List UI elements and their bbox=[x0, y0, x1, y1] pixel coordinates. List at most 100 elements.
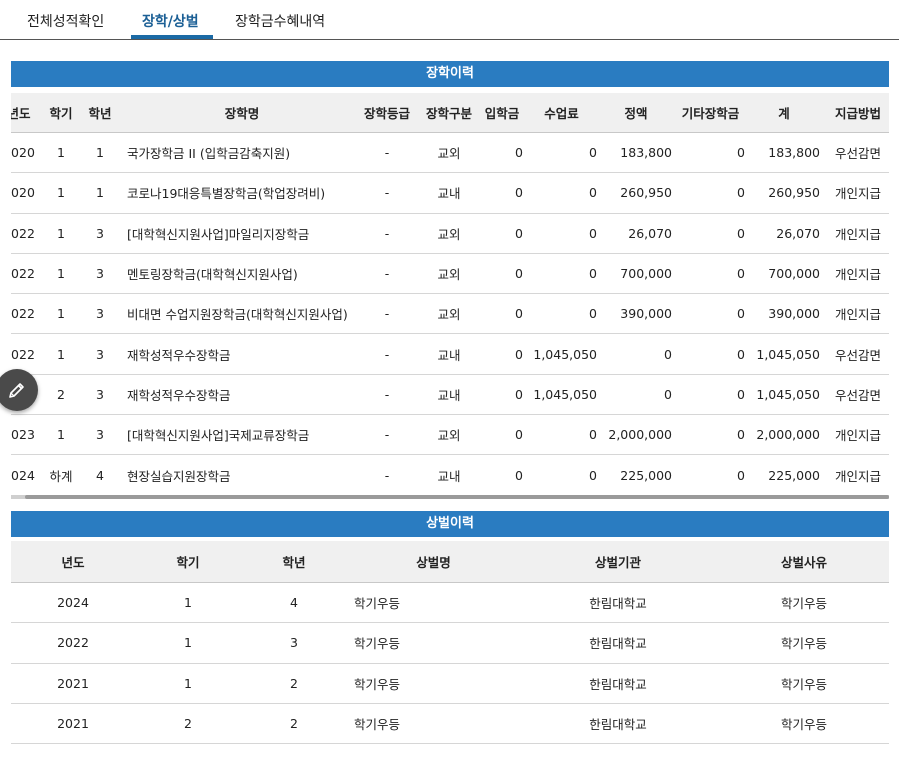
cell-year: 2024 bbox=[57, 595, 89, 611]
cell-grade: 3 bbox=[96, 386, 104, 402]
cell-name: 재학성적우수장학금 bbox=[127, 387, 231, 403]
cell-year: 2023 bbox=[11, 427, 35, 443]
cell-entrance-fee: 0 bbox=[515, 266, 523, 282]
cell-award-reason: 학기우등 bbox=[780, 596, 827, 612]
tab-all-grades[interactable]: 전체성적확인 bbox=[27, 11, 104, 31]
cell-total: 225,000 bbox=[768, 467, 820, 483]
cell-term: 1 bbox=[57, 225, 65, 241]
cell-entrance-fee: 0 bbox=[515, 346, 523, 362]
cell-fixed-amount: 0 bbox=[664, 346, 672, 362]
cell-entrance-fee: 0 bbox=[515, 225, 523, 241]
cell-year: 2022 bbox=[57, 635, 89, 651]
cell-level: - bbox=[384, 306, 390, 322]
cell-award-name: 학기우등 bbox=[354, 636, 401, 652]
cell-type: 교내 bbox=[437, 387, 461, 403]
cell-award-org: 한림대학교 bbox=[589, 636, 647, 652]
cell-award-name: 학기우등 bbox=[354, 717, 401, 733]
cell-award-name: 학기우등 bbox=[354, 676, 401, 692]
cell-name: 코로나19대응특별장학금(학업장려비) bbox=[127, 186, 326, 202]
cell-tuition: 0 bbox=[589, 306, 597, 322]
cell-entrance-fee: 0 bbox=[515, 467, 523, 483]
table-row: 2024 1 4 학기우등 한림대학교 학기우등 bbox=[11, 583, 889, 624]
cell-payment-method: 개인지급 bbox=[834, 307, 881, 323]
cell-grade: 1 bbox=[96, 145, 104, 161]
scholarship-table-scrollbar[interactable] bbox=[11, 495, 889, 499]
cell-term: 2 bbox=[57, 386, 65, 402]
cell-payment-method: 우선감면 bbox=[834, 146, 881, 162]
cell-level: - bbox=[384, 427, 390, 443]
col-header-tuition: 수업료 bbox=[544, 106, 579, 121]
col-header-term: 학기 bbox=[176, 555, 200, 570]
col-header-entrance-fee: 입학금 bbox=[484, 106, 520, 121]
table-row: 2020 1 1 코로나19대응특별장학금(학업장려비) - 교내 0 0 260,950 0 26… bbox=[11, 173, 889, 214]
table-row: 2021 2 2 학기우등 한림대학교 학기우등 bbox=[11, 704, 889, 745]
cell-payment-method: 개인지급 bbox=[834, 428, 881, 444]
cell-fixed-amount: 26,070 bbox=[628, 225, 672, 241]
cell-fixed-amount: 225,000 bbox=[620, 467, 672, 483]
table-row: 2022 1 3 재학성적우수장학금 - 교내 0 1,045,050 0 0 1,045,050 우… bbox=[11, 335, 889, 375]
cell-grade: 4 bbox=[96, 467, 104, 483]
col-header-payment-method: 지급방법 bbox=[834, 106, 881, 121]
table-row: 2020 1 1 국가장학금 II (입학금감축지원) - 교외 0 0 183,800 0 183… bbox=[11, 133, 889, 174]
cell-term: 1 bbox=[184, 635, 192, 651]
col-header-term: 학기 bbox=[49, 106, 73, 121]
col-header-total: 계 bbox=[778, 106, 790, 121]
cell-award-org: 한림대학교 bbox=[589, 717, 647, 733]
cell-other: 0 bbox=[737, 306, 745, 322]
cell-total: 260,950 bbox=[768, 185, 820, 201]
cell-level: - bbox=[384, 185, 390, 201]
cell-total: 1,045,050 bbox=[756, 346, 820, 362]
cell-type: 교외 bbox=[437, 307, 461, 323]
cell-grade: 3 bbox=[96, 306, 104, 322]
col-header-type: 장학구분 bbox=[425, 106, 472, 121]
scholarship-table[interactable]: 년도 학기 학년 장학명 장학등급 장학구분 입학금 수업료 정액 기타장학금 계 지급방법 2020 1… bbox=[11, 87, 889, 495]
cell-term: 1 bbox=[57, 427, 65, 443]
scrollbar-thumb[interactable] bbox=[25, 495, 889, 499]
cell-other: 0 bbox=[737, 386, 745, 402]
cell-tuition: 1,045,050 bbox=[533, 386, 597, 402]
cell-year: 2022 bbox=[11, 346, 35, 362]
cell-fixed-amount: 2,000,000 bbox=[608, 427, 672, 443]
cell-type: 교내 bbox=[437, 347, 461, 363]
cell-other: 0 bbox=[737, 145, 745, 161]
awards-section-title: 상벌이력 bbox=[11, 511, 889, 537]
cell-entrance-fee: 0 bbox=[515, 185, 523, 201]
cell-type: 교외 bbox=[437, 226, 461, 242]
cell-term: 2 bbox=[184, 716, 192, 732]
scholarship-section-title: 장학이력 bbox=[11, 61, 889, 87]
cell-grade: 3 bbox=[290, 635, 298, 651]
cell-fixed-amount: 0 bbox=[664, 386, 672, 402]
cell-total: 390,000 bbox=[768, 306, 820, 322]
cell-term: 1 bbox=[57, 306, 65, 322]
cell-grade: 3 bbox=[96, 225, 104, 241]
cell-payment-method: 개인지급 bbox=[834, 468, 881, 484]
table-row: 2023 1 3 [대학혁신지원사업]국제교류장학금 - 교외 0 0 2,000,000 0 2,… bbox=[11, 415, 889, 456]
awards-table: 년도 학기 학년 상벌명 상벌기관 상벌사유 2024 1 4 학기우등 한림대학교 학기우등 2022… bbox=[11, 537, 889, 747]
cell-type: 교외 bbox=[437, 267, 461, 283]
cell-award-reason: 학기우등 bbox=[780, 636, 827, 652]
cell-type: 교외 bbox=[437, 146, 461, 162]
tab-scholarship-benefits[interactable]: 장학금수혜내역 bbox=[235, 11, 325, 31]
cell-level: - bbox=[384, 467, 390, 483]
cell-total: 26,070 bbox=[776, 225, 820, 241]
cell-other: 0 bbox=[737, 346, 745, 362]
cell-award-name: 학기우등 bbox=[354, 596, 401, 612]
cell-total: 183,800 bbox=[768, 145, 820, 161]
col-header-grade: 학년 bbox=[282, 555, 306, 570]
cell-level: - bbox=[384, 145, 390, 161]
col-header-award-reason: 상벌사유 bbox=[780, 555, 827, 570]
cell-year: 2024 bbox=[11, 467, 35, 483]
cell-payment-method: 개인지급 bbox=[834, 186, 881, 202]
cell-name: 재학성적우수장학금 bbox=[127, 347, 231, 363]
table-row: 2022 1 3 학기우등 한림대학교 학기우등 bbox=[11, 623, 889, 664]
table-row: 2021 1 2 학기우등 한림대학교 학기우등 bbox=[11, 664, 889, 704]
cell-entrance-fee: 0 bbox=[515, 386, 523, 402]
cell-fixed-amount: 700,000 bbox=[620, 266, 672, 282]
col-header-award-org: 상벌기관 bbox=[594, 555, 641, 570]
tab-scholarship-awards[interactable]: 장학/상벌 bbox=[142, 11, 199, 31]
table-row: 202223재학성적우수장학금-교내01,045,050001,045,050우… bbox=[11, 375, 889, 416]
cell-level: - bbox=[384, 386, 390, 402]
cell-type: 교내 bbox=[437, 186, 461, 202]
cell-tuition: 0 bbox=[589, 427, 597, 443]
cell-term: 1 bbox=[57, 266, 65, 282]
